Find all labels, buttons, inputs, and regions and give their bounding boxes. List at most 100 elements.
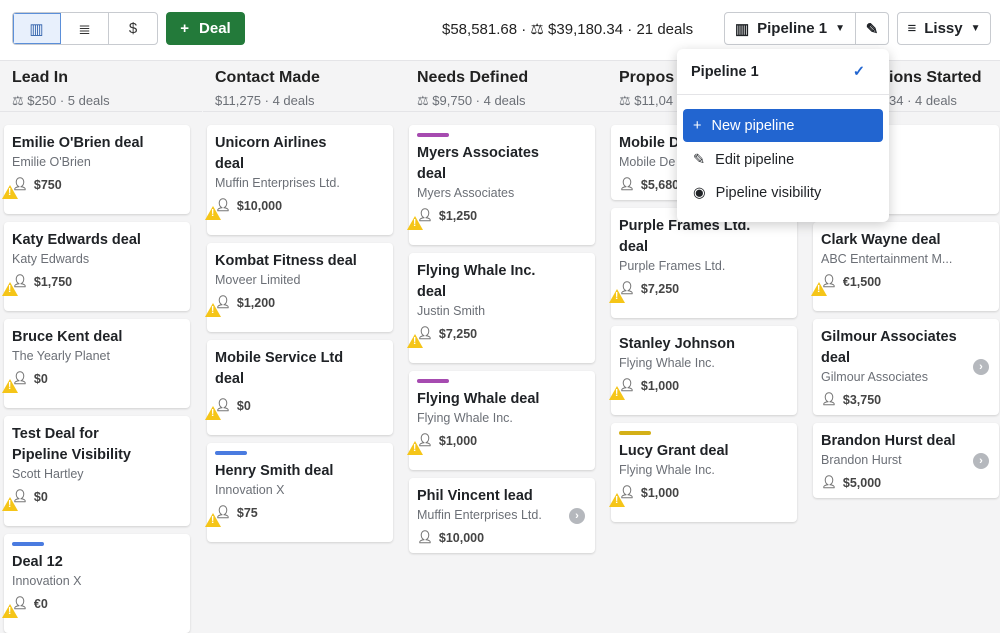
check-icon: ✓ [852, 63, 865, 80]
deal-card[interactable]: Deal 12 Innovation X 👤︎ €0 [2, 534, 190, 633]
warning-icon [205, 406, 221, 420]
stage-title: Needs Defined [417, 69, 529, 86]
deal-title: Clark Wayne deal [821, 232, 941, 248]
warning-icon [2, 379, 18, 393]
deal-org: Gilmour Associates [821, 370, 928, 384]
warning-icon [2, 497, 18, 511]
deal-value: 👤︎ $7,250 [417, 326, 478, 341]
edit-pipeline-button[interactable]: ✎ [855, 12, 889, 45]
deal-title: Purple Frames Ltd. deal [619, 218, 751, 255]
stage-summary: 34 · 4 deals [889, 93, 957, 108]
deal-value: 👤︎ $1,750 [12, 274, 73, 289]
add-deal-button[interactable]: + Deal [166, 12, 245, 45]
deal-title: Brandon Hurst deal [821, 433, 956, 449]
label-bar [619, 431, 651, 435]
pipeline-summary: $58,581.68 · ⚖ $39,180.34 · 21 deals [442, 21, 694, 38]
edit-pipeline-item[interactable]: ✎ Edit pipeline [683, 143, 883, 176]
deal-org: Scott Hartley [12, 467, 84, 481]
deal-card[interactable]: Katy Edwards deal Katy Edwards 👤︎ $1,750 [2, 222, 190, 311]
warning-icon [811, 282, 827, 296]
forecast-view-button[interactable]: $ [109, 13, 157, 44]
deal-card[interactable]: Lucy Grant deal Flying Whale Inc. 👤︎ $1,000 [609, 423, 797, 522]
deal-title: Unicorn Airlines deal [215, 135, 327, 172]
weighted-icon: ⚖ [530, 21, 544, 38]
stage-title: ions Started [889, 69, 982, 86]
pipeline-icon: ▥ [734, 20, 750, 38]
deal-title: Emilie O'Brien deal [12, 135, 144, 151]
pipeline-select[interactable]: ▥ Pipeline 1 ▼ [724, 12, 856, 45]
stage-summary: ⚖ $9,750 · 4 deals [417, 93, 526, 108]
deal-card[interactable]: Emilie O'Brien deal Emilie O'Brien 👤︎ $750 [2, 125, 190, 214]
list-icon: ≣ [78, 20, 91, 38]
deal-title: Flying Whale deal [417, 391, 540, 407]
stage-column: Lead In ⚖ $250 · 5 deals Emilie O'Brien de… [0, 62, 202, 633]
weighted-icon: ⚖ [12, 93, 24, 108]
deal-card[interactable]: Flying Whale Inc. deal Justin Smith 👤︎ $7,2… [407, 253, 595, 363]
stage-column: Needs Defined ⚖ $9,750 · 4 deals Myers Ass… [405, 62, 607, 623]
plus-icon: + [180, 20, 190, 37]
deal-card[interactable]: Brandon Hurst deal Brandon Hurst 👤︎ $5,000 › [813, 423, 999, 498]
person-icon: 👤︎ [619, 177, 635, 191]
deal-card[interactable]: Flying Whale deal Flying Whale Inc. 👤︎ $1,0… [407, 371, 595, 470]
deal-org: Flying Whale Inc. [619, 463, 715, 477]
deal-value: 👤︎ $0 [12, 371, 48, 386]
deal-title: Phil Vincent lead [417, 488, 533, 504]
pipeline-dropdown: Pipeline 1 ✓ + New pipeline ✎ Edit pipeline… [677, 49, 889, 222]
deal-value: 👤︎ $0 [215, 398, 251, 413]
kanban-view-button[interactable]: ▥ [13, 13, 61, 44]
deal-org: Katy Edwards [12, 252, 90, 266]
warning-icon [205, 303, 221, 317]
deal-card[interactable]: Purple Frames Ltd. deal Purple Frames Ltd… [609, 208, 797, 318]
deal-card[interactable]: Bruce Kent deal The Yearly Planet 👤︎ $0 [2, 319, 190, 408]
deal-card[interactable]: Gilmour Associates deal Gilmour Associate… [813, 319, 999, 415]
deal-card[interactable]: Phil Vincent lead Muffin Enterprises Ltd.… [409, 478, 595, 553]
next-activity-icon[interactable]: › [569, 507, 585, 524]
caret-down-icon: ▼ [970, 23, 981, 34]
deal-value: 👤︎ $750 [12, 177, 62, 192]
stage-header: Contact Made $11,275 · 4 deals [203, 62, 405, 112]
next-activity-icon[interactable]: › [973, 452, 989, 469]
deal-org: Muffin Enterprises Ltd. [215, 176, 340, 190]
stage-column: Contact Made $11,275 · 4 deals Unicorn Air… [203, 62, 405, 623]
warning-icon [205, 206, 221, 220]
stage-header: Lead In ⚖ $250 · 5 deals [0, 62, 202, 112]
deal-value: 👤︎ $5,000 [821, 475, 882, 490]
warning-icon [2, 282, 18, 296]
new-pipeline-item[interactable]: + New pipeline [683, 109, 883, 142]
person-icon: 👤︎ [821, 475, 837, 489]
deal-card[interactable]: Myers Associates deal Myers Associates 👤︎ $… [407, 125, 595, 245]
deal-value: 👤︎ $1,200 [215, 295, 276, 310]
deal-value: 👤︎ $10,000 [215, 198, 283, 213]
deal-card[interactable]: Unicorn Airlines deal Muffin Enterprises … [205, 125, 393, 235]
pipeline-visibility-item[interactable]: ◉ Pipeline visibility [683, 176, 883, 209]
deal-title: Deal 12 [12, 554, 63, 570]
pencil-icon: ✎ [693, 151, 706, 168]
deal-org: Justin Smith [417, 304, 486, 318]
deal-card[interactable]: Test Deal for Pipeline Visibility Scott H… [2, 416, 190, 526]
caret-down-icon: ▼ [835, 23, 846, 34]
warning-icon [2, 604, 18, 618]
deal-org: Myers Associates [417, 186, 515, 200]
kanban-icon: ▥ [29, 20, 44, 38]
deal-org: ABC Entertainment M... [821, 252, 953, 266]
deal-org: Moveer Limited [215, 273, 301, 287]
deal-value: 👤︎ $1,000 [619, 485, 680, 500]
deal-title: Kombat Fitness deal [215, 253, 357, 269]
pipeline-option-current[interactable]: Pipeline 1 ✓ [677, 49, 889, 95]
deal-card[interactable]: Stanley Johnson Flying Whale Inc. 👤︎ $1,000 [609, 326, 797, 415]
deal-value: 👤︎ $7,250 [619, 281, 680, 296]
deal-value: 👤︎ $75 [215, 505, 258, 520]
deal-card[interactable]: Henry Smith deal Innovation X 👤︎ $75 [205, 443, 393, 542]
label-bar [417, 379, 449, 383]
deal-value: 👤︎ $1,250 [417, 208, 478, 223]
list-view-button[interactable]: ≣ [61, 13, 109, 44]
next-activity-icon[interactable]: › [973, 359, 989, 375]
owner-filter[interactable]: ≡ Lissy ▼ [897, 12, 991, 45]
view-switcher: ▥ ≣ $ [12, 12, 158, 45]
deal-org: The Yearly Planet [12, 349, 110, 363]
deal-card[interactable]: Mobile Service Ltd deal 👤︎ $0 [205, 340, 393, 435]
deal-title: Lucy Grant deal [619, 443, 729, 459]
deal-value: 👤︎ €1,500 [821, 274, 882, 289]
deal-card[interactable]: Kombat Fitness deal Moveer Limited 👤︎ $1,20… [205, 243, 393, 332]
deal-card[interactable]: Clark Wayne deal ABC Entertainment M... 👤︎… [811, 222, 999, 311]
